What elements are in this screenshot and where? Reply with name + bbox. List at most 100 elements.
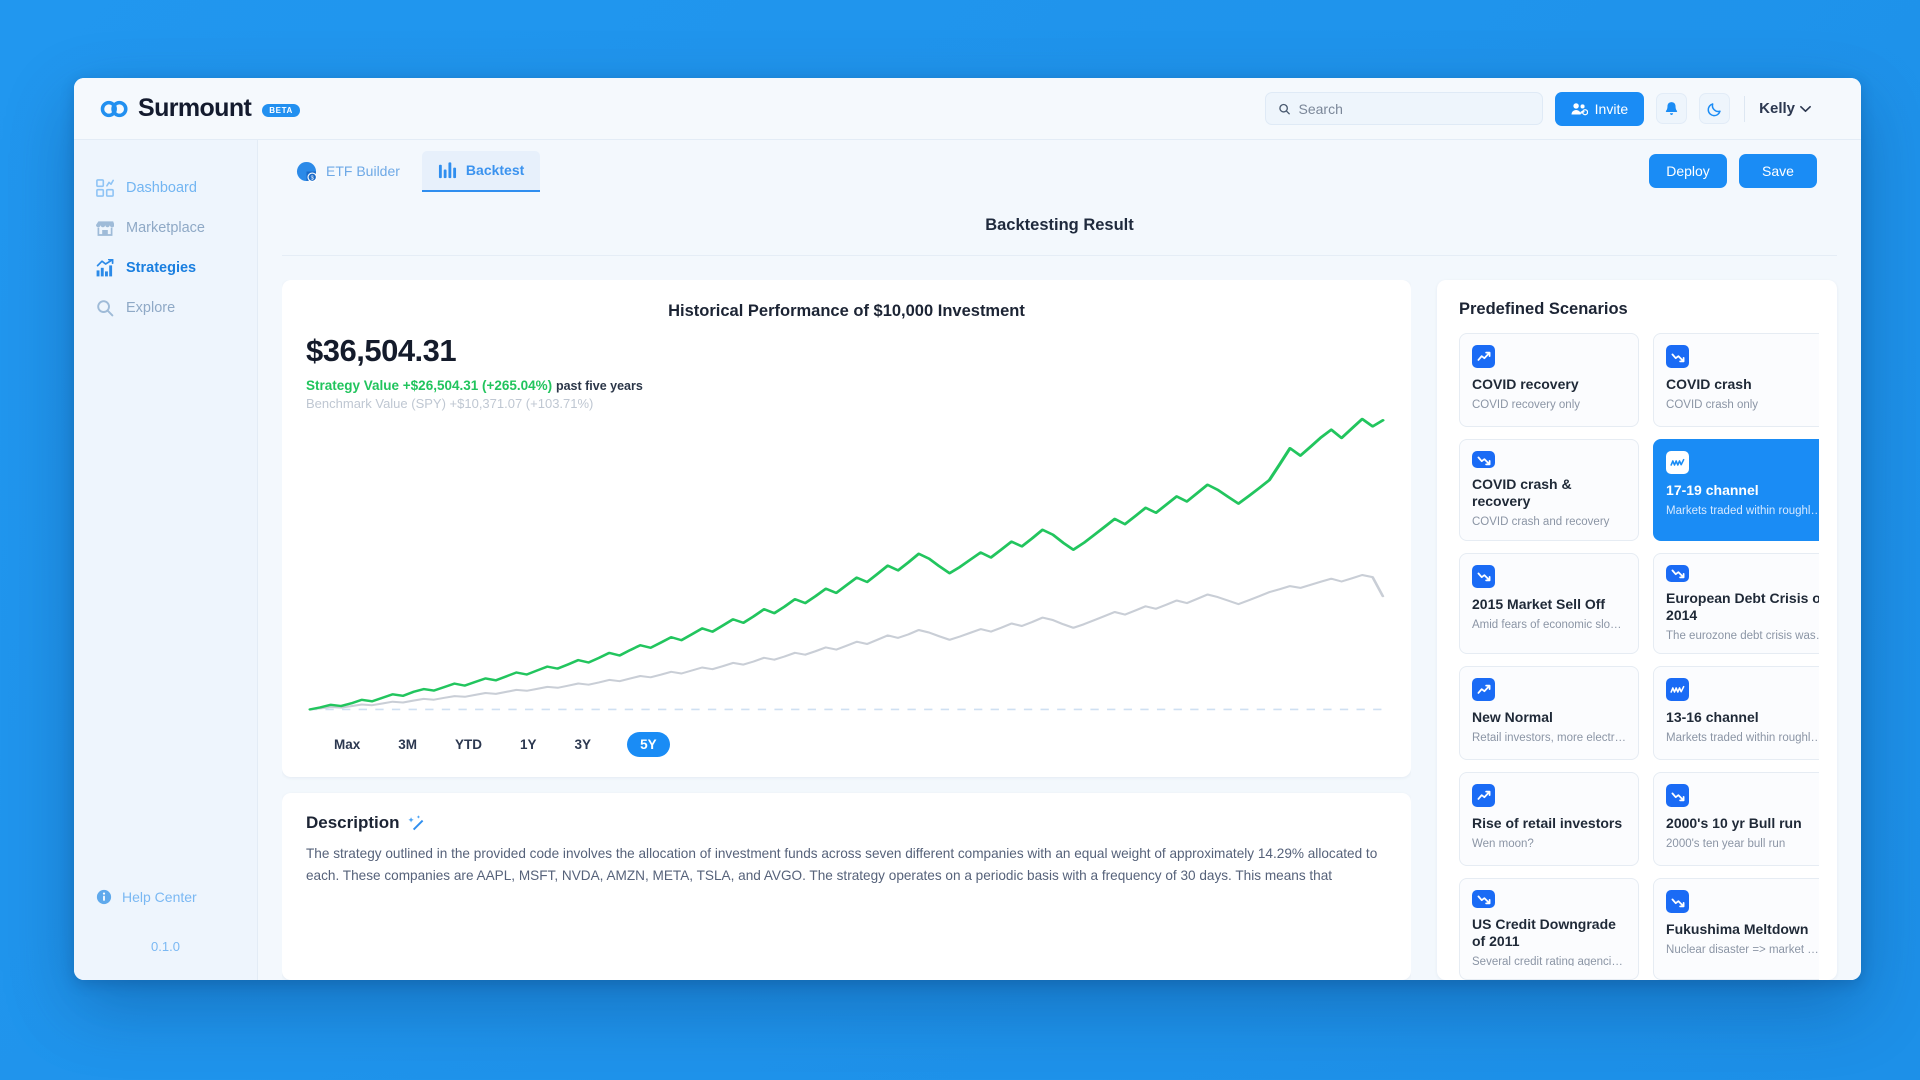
scenario-card[interactable]: COVID recovery COVID recovery only [1459,333,1640,428]
scenarios-title: Predefined Scenarios [1459,300,1628,318]
search-box[interactable] [1264,92,1543,125]
sidebar: Dashboard Marketplace Strategies Explore… [74,140,258,980]
trend-down-icon [1472,564,1495,588]
sidebar-item-label: Dashboard [126,180,197,196]
tab-label: ETF Builder [326,163,400,179]
scenario-description: The eurozone debt crisis was… [1666,630,1819,641]
range-button-3m[interactable]: 3M [396,732,419,757]
search-icon [97,300,114,317]
trend-down-icon [1666,784,1690,808]
scenario-description: Retail investors, more electr… [1472,732,1627,745]
sidebar-item-explore[interactable]: Explore [74,288,257,328]
performance-chart-card: Historical Performance of $10,000 Invest… [282,280,1411,777]
sidebar-item-label: Strategies [126,260,197,276]
body-wrapper: Dashboard Marketplace Strategies Explore… [74,140,1861,980]
range-button-1y[interactable]: 1Y [518,732,539,757]
description-text: The strategy outlined in the provided co… [306,846,1378,884]
scenario-title: COVID crash & recovery [1472,476,1572,510]
trend-down-icon [1472,890,1495,908]
user-name: Kelly [1759,100,1795,117]
scenario-title: Rise of retail investors [1472,815,1623,832]
top-bar: Surmount BETA Invite [74,78,1861,140]
chevron-down-icon [1800,105,1811,112]
trend-up-icon [1472,345,1495,368]
strategy-value-text: Strategy Value +$26,504.31 (+265.04%) [306,378,553,393]
scenario-title: 2000's 10 yr Bull run [1666,815,1802,832]
scenario-card[interactable]: European Debt Crisis of 2014 The eurozone… [1653,552,1819,655]
info-circle-icon [96,889,112,905]
scenario-title: Fukushima Meltdown [1666,921,1809,938]
app-window: Surmount BETA Invite [74,78,1861,980]
beta-badge: BETA [262,104,300,117]
scenario-description: Markets traded within roughl… [1666,732,1819,745]
sidebar-footer: Help Center 0.1.0 [74,879,257,980]
tab-bar-actions: Deploy Save [1649,154,1817,188]
description-title: Description [306,813,400,832]
scenario-description: COVID crash only [1666,399,1759,412]
tab-etf-builder[interactable]: $ ETF Builder [280,151,416,192]
sidebar-item-help-center[interactable]: Help Center [74,879,257,915]
main-content: $ ETF Builder Backtest Deploy Save Backt… [258,140,1861,980]
scenario-description: Several credit rating agenci… [1472,955,1623,966]
trend-up-icon [1472,678,1495,702]
chart-plot-area [306,415,1387,720]
portfolio-value: $36,504.31 [306,333,457,368]
wave-icon [1666,678,1690,702]
help-center-label: Help Center [122,889,197,905]
scenario-card[interactable]: COVID crash COVID crash only [1653,333,1819,428]
sidebar-item-label: Marketplace [126,220,205,236]
scenario-card[interactable]: 13-16 channel Markets traded within rough… [1653,666,1819,761]
scenario-card[interactable]: COVID crash & recovery COVID crash and re… [1459,439,1640,541]
tab-backtest[interactable]: Backtest [421,150,541,192]
scenario-title: 2015 Market Sell Off [1472,595,1606,612]
search-input[interactable] [1298,100,1530,117]
wave-icon [1666,451,1690,475]
scenario-description: Wen moon? [1472,838,1534,851]
scenario-card[interactable]: New Normal Retail investors, more electr… [1459,666,1640,761]
range-button-max[interactable]: Max [332,732,362,757]
scenario-title: US Credit Downgrade of 2011 [1472,915,1616,949]
trend-up-icon [1472,784,1495,808]
scenario-description: Markets traded within roughl… [1666,505,1819,518]
save-button[interactable]: Save [1739,154,1817,188]
range-button-3y[interactable]: 3Y [573,732,594,757]
bar-chart-up-icon [96,259,114,277]
chart-title: Historical Performance of $10,000 Invest… [668,302,1025,320]
sidebar-item-strategies[interactable]: Strategies [74,248,257,288]
scenario-title: European Debt Crisis of 2014 [1666,589,1819,624]
scenario-description: COVID crash and recovery [1472,516,1610,527]
scenario-card[interactable]: Rise of retail investors Wen moon? [1459,772,1640,867]
scenario-title: COVID recovery [1472,376,1579,392]
trend-down-icon [1666,890,1690,914]
deploy-button[interactable]: Deploy [1649,154,1727,188]
theme-toggle-button[interactable] [1699,93,1731,124]
scenario-description: 2000's ten year bull run [1666,838,1786,851]
description-header: Description [306,813,1387,833]
dashboard-grid-icon [96,179,114,197]
sidebar-item-dashboard[interactable]: Dashboard [74,168,257,208]
notifications-button[interactable] [1656,93,1688,124]
left-column: Historical Performance of $10,000 Invest… [282,280,1411,980]
range-button-5y[interactable]: 5Y [627,732,670,757]
trend-down-icon [1666,345,1690,368]
brand-logo[interactable]: Surmount BETA [100,94,350,123]
range-button-ytd[interactable]: YTD [453,732,484,757]
add-people-icon [1571,103,1588,116]
magic-wand-icon [407,815,423,831]
top-bar-actions: Invite Kelly [1264,91,1811,126]
user-menu[interactable]: Kelly [1759,100,1811,117]
benchmark-value-line: Benchmark Value (SPY) +$10,371.07 (+103.… [306,396,594,411]
time-range-selector: Max 3M YTD 1Y 3Y 5Y [306,720,1387,761]
scenario-card[interactable]: 2000's 10 yr Bull run 2000's ten year bul… [1653,772,1819,867]
scenario-title: 13-16 channel [1666,709,1759,726]
trend-down-icon [1472,451,1495,469]
invite-button[interactable]: Invite [1554,91,1645,126]
bell-icon [1665,101,1678,115]
scenario-card[interactable]: US Credit Downgrade of 2011 Several credi… [1459,878,1640,980]
page-title: Backtesting Result [282,202,1837,256]
scenario-card[interactable]: 17-19 channel Markets traded within rough… [1653,439,1819,541]
scenario-card[interactable]: 2015 Market Sell Off Amid fears of econom… [1459,552,1640,655]
scenario-card[interactable]: Fukushima Meltdown Nuclear disaster => ma… [1653,878,1819,980]
sidebar-item-marketplace[interactable]: Marketplace [74,208,257,248]
scenario-title: New Normal [1472,709,1553,726]
